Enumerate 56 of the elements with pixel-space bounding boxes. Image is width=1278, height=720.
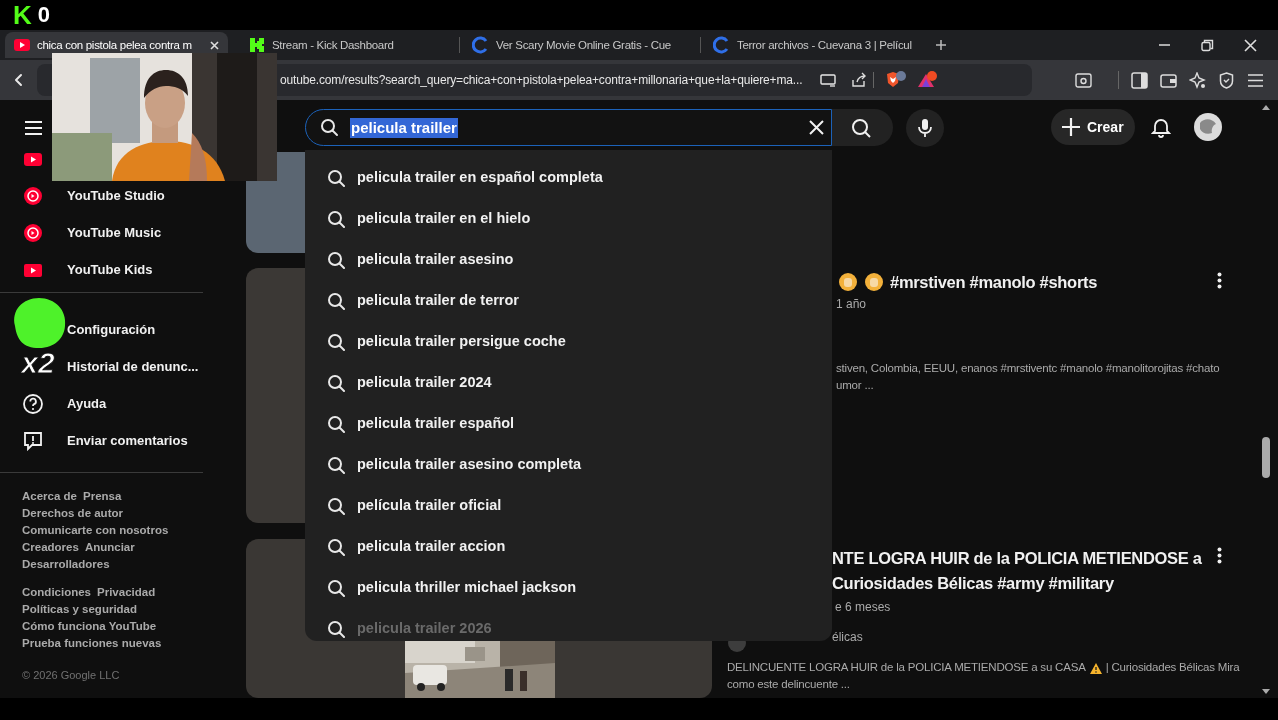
footer-link[interactable]: Prensa (83, 487, 122, 506)
footer-link[interactable]: Condiciones (22, 583, 91, 602)
search-field[interactable]: pelicula trailler (305, 109, 832, 146)
sidebar-item[interactable]: Historial de denunc... (67, 356, 199, 377)
footer-link[interactable]: Políticas y seguridad (22, 600, 138, 619)
url-text: outube.com/results?search_query=chica+con+pistola+pelea+contra+millonaria+que+la+quiere+ma... (280, 72, 803, 89)
suggestion-item[interactable]: pelicula trailer en español completa (305, 157, 832, 198)
copyright-text: © 2026 Google LLC (21, 668, 121, 683)
suggestion-item[interactable]: pelicula trailer de terror (305, 280, 832, 321)
suggestion-item[interactable]: pelicula trailer 2024 (305, 362, 832, 403)
sidebar-item[interactable]: YouTube Music (67, 222, 162, 243)
video-meta: 1 año (835, 296, 868, 311)
sidebar-item[interactable]: Ayuda (67, 393, 107, 414)
sidebar-item[interactable]: YouTube Studio (67, 185, 165, 206)
browser-tab[interactable]: Ver Scary Movie Online Gratis - Cue (464, 32, 696, 58)
footer-link[interactable]: Comunicarte con nosotros (22, 521, 169, 540)
search-text: pelicula trailler (350, 117, 458, 138)
tab-title: Terror archivos - Cuevana 3 | Películ (737, 38, 913, 52)
suggestion-item[interactable]: pelicula trailer asesino (305, 239, 832, 280)
video-description: DELINCUENTE LOGRA HUIR de la POLICIA METIENDOSE a su CASA (727, 660, 1086, 676)
video-description: stiven, Colombia, EEUU, enanos #mrstiventc #manolo #manolitorojitas #chato (836, 360, 1220, 376)
video-title[interactable]: #mrstiven #manolo #shorts (890, 269, 1098, 295)
kick-logo: K (13, 2, 32, 28)
footer-link[interactable]: Acerca de (22, 487, 77, 506)
video-title[interactable]: NTE LOGRA HUIR de la POLICIA METIENDOSE a (832, 546, 1202, 571)
sidebar-item[interactable]: Enviar comentarios (67, 430, 188, 451)
video-description: umor ... (836, 377, 874, 393)
suggestion-item[interactable]: pelicula trailer en el hielo (305, 198, 832, 239)
footer-link[interactable]: Derechos de autor (22, 504, 123, 523)
video-title[interactable]: Curiosidades Bélicas #army #military (832, 570, 1114, 596)
video-description: | Curiosidades Bélicas Mira (1105, 660, 1240, 676)
sticker-text: x2 (21, 347, 55, 379)
suggestion-item[interactable]: pelicula thriller michael jackson (305, 567, 832, 608)
create-button[interactable]: Crear (1051, 109, 1135, 145)
footer-link[interactable]: Prueba funciones nuevas (22, 634, 162, 653)
browser-tab[interactable]: Terror archivos - Cuevana 3 | Películ (705, 32, 927, 58)
tab-title: Stream - Kick Dashboard (272, 38, 395, 52)
suggestion-item[interactable]: pelicula trailer accion (305, 526, 832, 567)
tab-title: chica con pistola pelea contra m (37, 38, 193, 52)
footer-link[interactable]: Cómo funciona YouTube (22, 617, 157, 636)
sidebar-item[interactable]: Configuración (67, 319, 156, 340)
browser-tab[interactable]: Stream - Kick Dashboard (240, 32, 455, 58)
suggestion-item[interactable]: pelicula trailer persigue coche (305, 321, 832, 362)
suggestion-item[interactable]: pelicula trailer asesino completa (305, 444, 832, 485)
footer-link[interactable]: Privacidad (97, 583, 156, 602)
suggestion-item[interactable]: pelicula trailer español (305, 403, 832, 444)
video-meta: e 6 meses (834, 598, 892, 614)
tab-title: Ver Scary Movie Online Gratis - Cue (496, 38, 672, 52)
suggestion-item[interactable]: película trailer oficial (305, 485, 832, 526)
viewer-count: 0 (37, 4, 51, 26)
footer-link[interactable]: Anunciar (84, 538, 135, 557)
footer-link[interactable]: Creadores (22, 538, 79, 557)
footer-link[interactable]: Desarrolladores (22, 555, 110, 574)
video-description: como este delincuente ... (727, 677, 850, 693)
channel-name[interactable]: élicas (832, 627, 863, 646)
sidebar-item[interactable]: YouTube Kids (67, 259, 153, 280)
